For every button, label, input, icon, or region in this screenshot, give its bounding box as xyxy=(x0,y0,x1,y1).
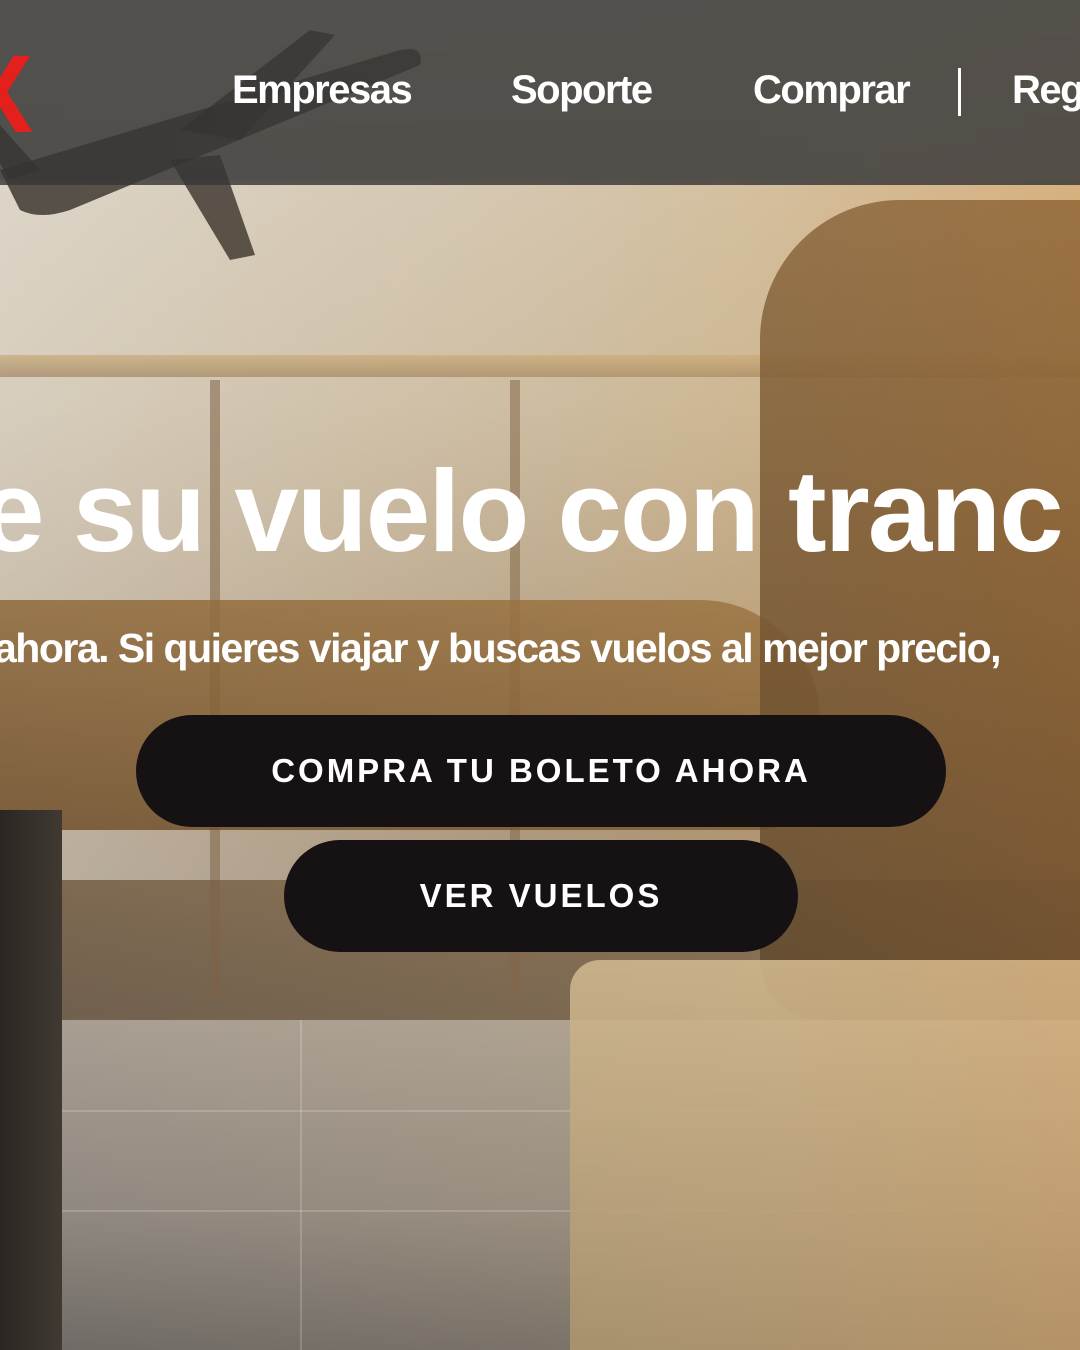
buy-ticket-button-label: COMPRA TU BOLETO AHORA xyxy=(271,752,811,789)
brand-logo[interactable]: X xyxy=(0,40,33,150)
nav-item-soporte[interactable]: Soporte xyxy=(511,68,653,113)
nav-divider xyxy=(958,68,961,116)
nav-item-empresas[interactable]: Empresas xyxy=(232,68,413,113)
nav-item-comprar[interactable]: Comprar xyxy=(753,68,911,113)
hero-title: e su vuelo con tranc xyxy=(0,446,1064,576)
background-overlay xyxy=(0,0,1080,1350)
view-flights-button[interactable]: VER VUELOS xyxy=(284,840,798,952)
nav-item-registro[interactable]: Reg xyxy=(1012,68,1080,113)
buy-ticket-button[interactable]: COMPRA TU BOLETO AHORA xyxy=(136,715,946,827)
top-navigation-bar: X Empresas Soporte Comprar Reg xyxy=(0,0,1080,185)
hero-subtitle: ahora. Si quieres viajar y buscas vuelos… xyxy=(0,625,1002,671)
view-flights-button-label: VER VUELOS xyxy=(419,877,663,914)
landing-page: X Empresas Soporte Comprar Reg e su vuel… xyxy=(0,0,1080,1350)
